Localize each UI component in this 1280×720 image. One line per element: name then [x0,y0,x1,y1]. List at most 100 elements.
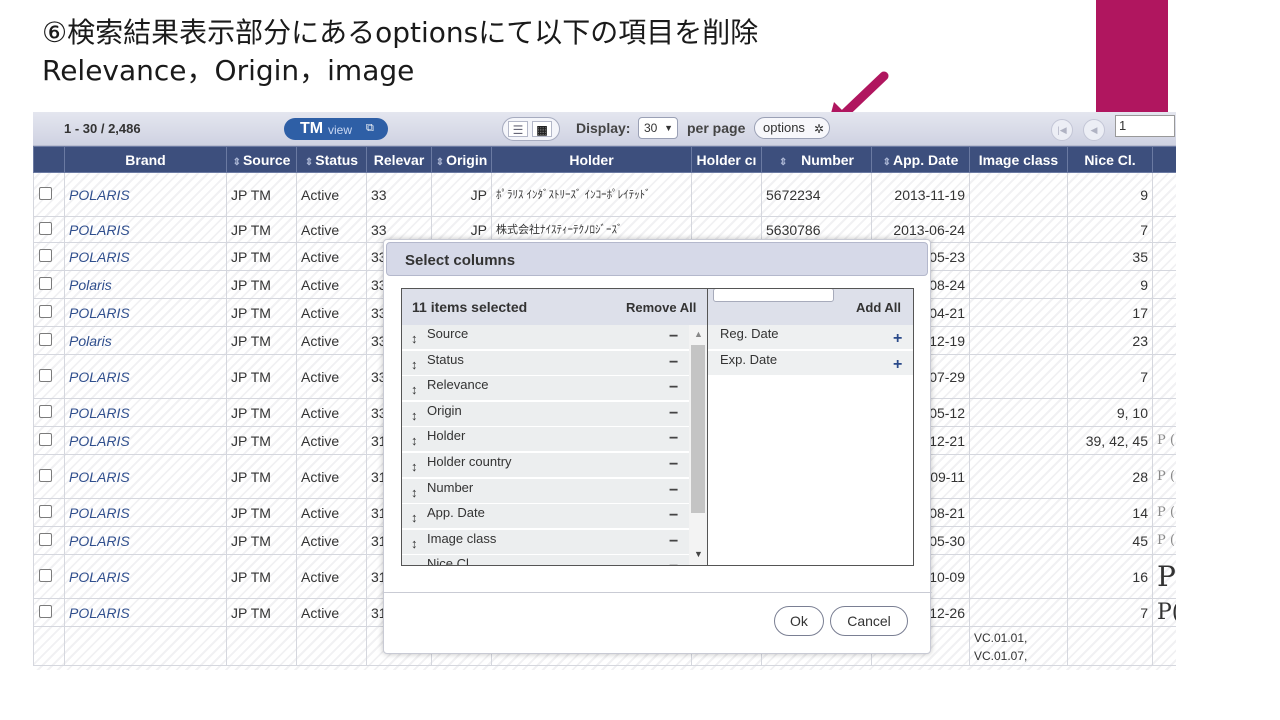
row-checkbox[interactable] [33,498,65,527]
column-header-number[interactable]: ⇕ Number [761,146,872,173]
selected-column-item[interactable]: ↕ Nice Cl. − [402,555,689,565]
selected-column-item[interactable]: ↕ Holder country − [402,453,689,478]
column-header-image-class[interactable]: Image class [969,146,1068,173]
add-all-button[interactable]: Add All [856,300,901,315]
drag-handle-icon[interactable]: ↕ [411,510,418,525]
brand-cell[interactable]: POLARIS [64,526,227,555]
brand-cell[interactable]: POLARIS [64,172,227,217]
checkbox[interactable] [39,504,52,518]
row-checkbox[interactable] [33,454,65,499]
drag-handle-icon[interactable]: ↕ [411,408,418,423]
row-checkbox[interactable] [33,426,65,455]
checkbox[interactable] [39,468,52,482]
checkbox[interactable] [39,604,52,618]
drag-handle-icon[interactable]: ↕ [411,459,418,474]
brand-cell[interactable]: POLARIS [64,298,227,327]
drag-handle-icon[interactable]: ↕ [411,382,418,397]
checkbox[interactable] [39,568,52,582]
selected-column-item[interactable]: ↕ Number − [402,478,689,504]
tmview-button[interactable]: TM view ⧉ [284,118,388,140]
row-checkbox[interactable] [33,626,65,666]
remove-column-icon[interactable]: − [669,482,678,500]
remove-column-icon[interactable]: − [669,405,678,423]
drag-handle-icon[interactable]: ↕ [411,485,418,500]
remove-column-icon[interactable]: − [669,379,678,397]
brand-cell[interactable]: POLARIS [64,498,227,527]
available-column-item[interactable]: Exp. Date + [708,350,913,376]
table-row[interactable]: POLARIS JP TM Active 33 JP ﾎﾟﾗﾘｽ ｲﾝﾀﾞｽﾄﾘｰｽﾞ ｲ… [33,172,1176,217]
brand-cell[interactable]: POLARIS [64,354,227,399]
column-header-image[interactable] [1152,146,1176,173]
remove-column-icon[interactable]: − [669,354,678,372]
brand-cell[interactable]: POLARIS [64,242,227,271]
column-search-input[interactable] [713,289,834,302]
add-column-icon[interactable]: + [893,356,902,374]
row-checkbox[interactable] [33,172,65,217]
checkbox[interactable] [39,368,52,382]
brand-cell[interactable]: Polaris [64,270,227,299]
selected-column-item[interactable]: ↕ Status − [402,350,689,376]
row-checkbox[interactable] [33,270,65,299]
row-checkbox[interactable] [33,598,65,627]
row-checkbox[interactable] [33,354,65,399]
row-checkbox[interactable] [33,298,65,327]
brand-cell[interactable]: POLARIS [64,554,227,599]
checkbox[interactable] [39,248,52,262]
selected-pane-scrollbar[interactable]: ▲ ▼ [689,325,707,565]
column-header-nice-class[interactable]: Nice Cl. [1067,146,1153,173]
brand-cell[interactable]: POLARIS [64,598,227,627]
checkbox[interactable] [39,276,52,290]
scroll-down-icon[interactable]: ▼ [694,549,703,559]
row-checkbox[interactable] [33,326,65,355]
checkbox[interactable] [39,186,52,200]
available-column-item[interactable]: Reg. Date + [708,325,913,350]
scroll-up-icon[interactable]: ▲ [694,329,703,339]
checkbox[interactable] [39,304,52,318]
row-checkbox[interactable] [33,554,65,599]
column-header-status[interactable]: ⇕ Status [296,146,367,173]
scrollbar-thumb[interactable] [691,345,705,513]
column-header-origin[interactable]: ⇕ Origin [431,146,492,173]
checkbox[interactable] [39,404,52,418]
page-number-input[interactable]: 1 [1115,115,1175,137]
drag-handle-icon[interactable]: ↕ [411,561,418,565]
brand-cell[interactable]: POLARIS [64,426,227,455]
remove-column-icon[interactable]: − [669,558,678,565]
column-header-app-date[interactable]: ⇕ App. Date [871,146,970,173]
column-header-source[interactable]: ⇕ Source [226,146,297,173]
drag-handle-icon[interactable]: ↕ [411,357,418,372]
brand-cell[interactable] [64,626,227,666]
selected-column-item[interactable]: ↕ Holder − [402,427,689,453]
brand-cell[interactable]: POLARIS [64,454,227,499]
list-view-icon[interactable]: ☰ [508,121,528,137]
remove-column-icon[interactable]: − [669,328,678,346]
drag-handle-icon[interactable]: ↕ [411,536,418,551]
display-count-select[interactable]: 30 ▼ [638,117,678,139]
selected-column-item[interactable]: ↕ App. Date − [402,504,689,530]
row-checkbox[interactable] [33,242,65,271]
cancel-button[interactable]: Cancel [830,606,908,636]
checkbox[interactable] [39,532,52,546]
remove-column-icon[interactable]: − [669,430,678,448]
drag-handle-icon[interactable]: ↕ [411,433,418,448]
remove-column-icon[interactable]: − [669,533,678,551]
selected-column-item[interactable]: ↕ Origin − [402,401,689,427]
row-checkbox[interactable] [33,216,65,243]
remove-column-icon[interactable]: − [669,507,678,525]
column-header-brand[interactable]: Brand [64,146,227,173]
column-header-holder-country[interactable]: Holder cı [691,146,762,173]
remove-column-icon[interactable]: − [669,456,678,474]
checkbox[interactable] [39,432,52,446]
options-button[interactable]: options ✲ [754,117,830,139]
remove-all-button[interactable]: Remove All [626,300,696,315]
row-checkbox[interactable] [33,526,65,555]
selected-column-item[interactable]: ↕ Source − [402,325,689,350]
ok-button[interactable]: Ok [774,606,824,636]
row-checkbox[interactable] [33,398,65,427]
add-column-icon[interactable]: + [893,330,902,348]
selected-column-item[interactable]: ↕ Relevance − [402,376,689,402]
brand-cell[interactable]: POLARIS [64,216,227,243]
first-page-icon[interactable]: |◀ [1051,119,1073,141]
column-header-holder[interactable]: Holder [491,146,692,173]
selected-column-item[interactable]: ↕ Image class − [402,529,689,555]
